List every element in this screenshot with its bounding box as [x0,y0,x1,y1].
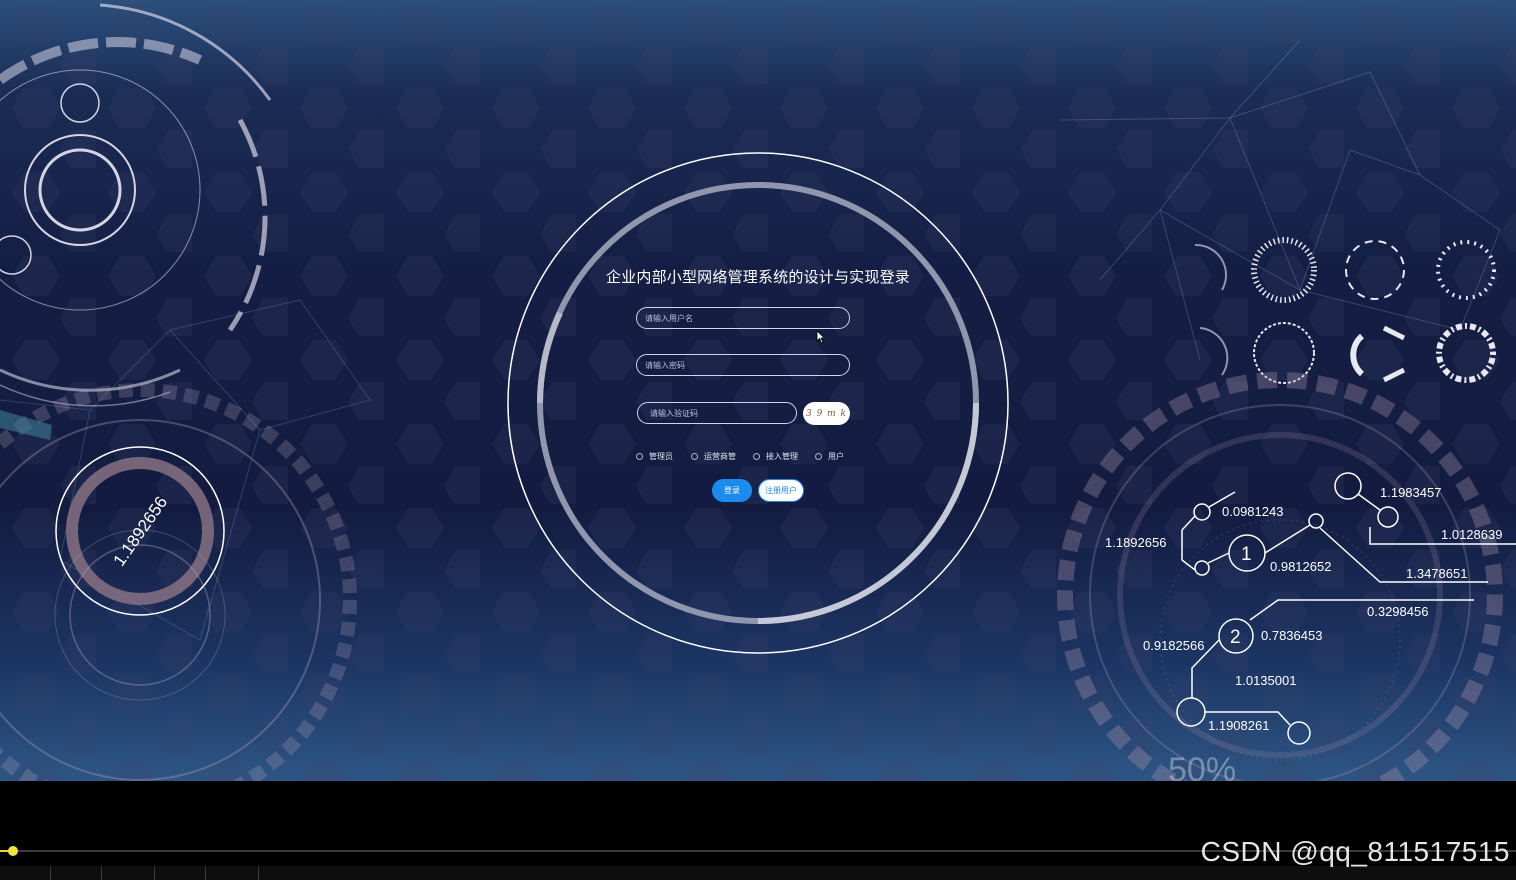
username-input[interactable] [636,307,850,329]
radio-icon [753,452,760,460]
radio-icon [636,452,643,460]
role-label: 用户 [828,451,844,461]
role-label: 接入管理 [766,451,798,461]
control-button[interactable] [0,866,51,880]
percent-label: 50% [1168,751,1236,781]
tech-decoration: 1.1892656 1.1983457 0.0981243 1.0128639 … [0,0,1516,781]
captcha-image[interactable]: 3 9 m k [803,402,850,425]
password-input[interactable] [636,354,850,376]
node-value: 0.9812652 [1270,559,1331,574]
player-controls [0,866,1516,880]
role-option-operator[interactable]: 运营商管 [691,451,736,462]
role-label: 管理员 [649,451,673,461]
role-option-admin[interactable]: 管理员 [636,451,673,462]
role-option-user[interactable]: 用户 [815,451,844,462]
login-title: 企业内部小型网络管理系统的设计与实现登录 [605,268,910,286]
radio-icon [815,452,822,460]
mouse-cursor-icon [816,330,826,344]
node-value: 0.7836453 [1261,628,1322,643]
captcha-text: 3 9 m k [805,408,848,419]
node-value: 1.1908261 [1208,718,1269,733]
login-page-background: 1.1892656 1.1983457 0.0981243 1.0128639 … [0,0,1516,781]
node-value: 1.1983457 [1380,485,1441,500]
control-button[interactable] [206,866,259,880]
progress-knob[interactable] [8,846,18,856]
node-value: 1.1892656 [1105,535,1166,550]
node-label: 1 [1241,544,1252,565]
register-button[interactable]: 注册用户 [758,479,804,502]
captcha-input[interactable] [637,402,797,424]
node-value: 0.3298456 [1367,604,1428,619]
node-value: 1.0128639 [1441,527,1502,542]
watermark: CSDN @qq_811517515 [1200,836,1510,867]
control-button[interactable] [155,866,206,880]
node-value: 1.0135001 [1235,673,1296,688]
node-value: 0.0981243 [1222,504,1283,519]
radio-icon [691,452,698,460]
node-value: 1.3478651 [1406,566,1467,581]
role-label: 运营商管 [704,451,736,461]
control-button[interactable] [102,866,155,880]
node-label: 2 [1230,627,1241,648]
login-button[interactable]: 登录 [712,479,752,502]
role-option-access-admin[interactable]: 接入管理 [753,451,798,462]
node-value: 0.9182566 [1143,638,1204,653]
role-selector: 管理员 运营商管 接入管理 用户 [636,450,844,462]
control-button[interactable] [51,866,102,880]
